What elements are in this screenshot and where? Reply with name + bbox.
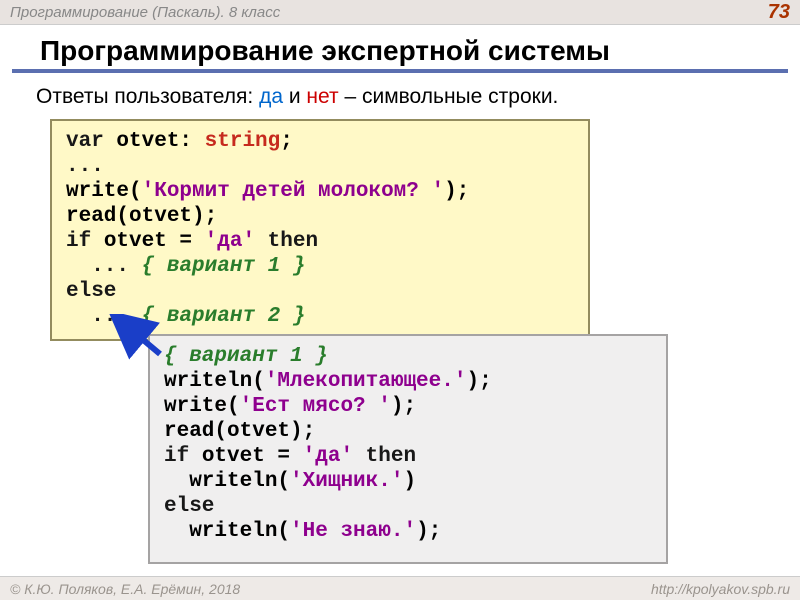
code-text: otvet = (189, 445, 302, 468)
content-area: var otvet: string; ... write('Кормит дет… (0, 119, 800, 579)
string-literal: 'Кормит детей молоком? ' (142, 180, 444, 203)
word-da: да (259, 85, 283, 108)
kw-if: if (66, 230, 91, 253)
kw-if: if (164, 445, 189, 468)
comment-variant1: { вариант 1 } (142, 255, 306, 278)
page-title: Программирование экспертной системы (12, 25, 788, 73)
ellipsis: ... (66, 155, 104, 178)
code-text: write( (66, 180, 142, 203)
intro-suffix: – символьные строки. (339, 85, 559, 108)
string-literal: 'да' (205, 230, 255, 253)
code-text: ); (391, 395, 416, 418)
code-text: ); (416, 520, 441, 543)
kw-then: then (255, 230, 318, 253)
kw-else: else (66, 280, 116, 303)
comment-variant2: { вариант 2 } (142, 305, 306, 328)
code-text: ; (280, 130, 293, 153)
intro-prefix: Ответы пользователя: (36, 85, 259, 108)
code-text: ... (66, 255, 142, 278)
code-box-main: var otvet: string; ... write('Кормит дет… (50, 119, 590, 341)
page-number: 73 (768, 1, 790, 24)
code-text: read(otvet); (164, 420, 315, 443)
code-text: ... (66, 305, 142, 328)
footer-bar: © К.Ю. Поляков, Е.А. Ерёмин, 2018 http:/… (0, 576, 800, 600)
footer-url: http://kpolyakov.spb.ru (651, 581, 790, 597)
kw-then: then (353, 445, 416, 468)
string-literal: 'Ест мясо? ' (240, 395, 391, 418)
code-text: ); (444, 180, 469, 203)
string-literal: 'Не знаю.' (290, 520, 416, 543)
copyright: © К.Ю. Поляков, Е.А. Ерёмин, 2018 (10, 581, 240, 597)
string-literal: 'Хищник.' (290, 470, 403, 493)
intro-and: и (283, 85, 306, 108)
header-bar: Программирование (Паскаль). 8 класс 73 (0, 0, 800, 25)
code-text: ); (466, 370, 491, 393)
code-text: ) (403, 470, 416, 493)
kw-else: else (164, 495, 214, 518)
code-text: writeln( (164, 370, 265, 393)
string-literal: 'да' (303, 445, 353, 468)
string-literal: 'Млекопитающее.' (265, 370, 467, 393)
kw-var: var (66, 130, 104, 153)
comment-variant1: { вариант 1 } (164, 345, 328, 368)
code-box-variant1: { вариант 1 } writeln('Млекопитающее.');… (148, 334, 668, 564)
code-text: write( (164, 395, 240, 418)
breadcrumb: Программирование (Паскаль). 8 класс (10, 4, 280, 21)
code-text: otvet = (91, 230, 204, 253)
code-text: writeln( (164, 470, 290, 493)
kw-type-string: string (205, 130, 281, 153)
code-text: read(otvet); (66, 205, 217, 228)
word-net: нет (306, 85, 338, 108)
code-text: otvet: (104, 130, 205, 153)
intro-text: Ответы пользователя: да и нет – символьн… (0, 83, 800, 119)
code-text: writeln( (164, 520, 290, 543)
